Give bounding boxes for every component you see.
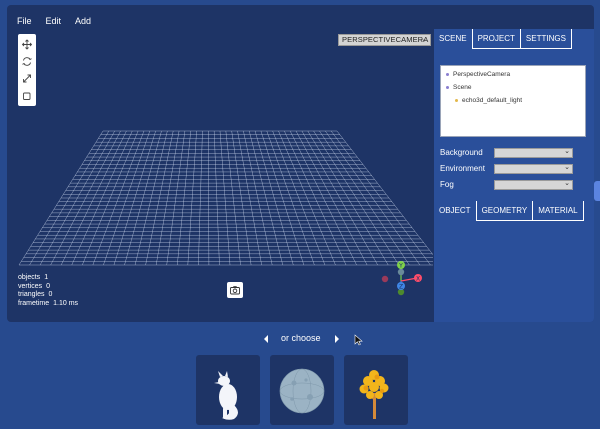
transform-toolbar: [18, 34, 36, 106]
menu-add[interactable]: Add: [75, 16, 91, 30]
chevron-down-icon: ⌄: [564, 180, 570, 187]
gizmo-z-label: Z: [399, 283, 403, 290]
thumbnail-moon-sphere[interactable]: [270, 355, 334, 425]
fog-label: Fog: [440, 180, 454, 189]
stats-frametime-label: frametime: [18, 299, 50, 307]
menu-bar: File Edit Add: [17, 16, 91, 30]
gizmo-x-label: X: [416, 275, 420, 282]
move-arrows-icon[interactable]: [18, 36, 36, 53]
chevron-down-icon: ⌄: [564, 164, 570, 171]
outliner-item-label: echo3d_default_light: [462, 97, 522, 104]
tab-material[interactable]: MATERIAL: [533, 201, 584, 221]
autumn-tree-model: [359, 370, 389, 419]
orientation-gizmo[interactable]: Y X Z: [377, 256, 429, 300]
stats-objects-value: 1: [44, 274, 49, 281]
screenshot-button[interactable]: [227, 282, 243, 298]
background-select[interactable]: ⌄: [494, 148, 573, 158]
moon-sphere-model: [279, 368, 325, 414]
scene-outliner[interactable]: PerspectiveCamera Scene echo3d_default_l…: [440, 65, 586, 137]
tab-object[interactable]: OBJECT: [434, 201, 477, 221]
fog-select[interactable]: ⌄: [494, 180, 573, 190]
tab-scene[interactable]: SCENE: [434, 29, 473, 49]
object-tabs: OBJECT GEOMETRY MATERIAL: [434, 201, 584, 221]
editor-window: File Edit Add PERSPECTIVECAMERA ⌄ Y X Z …: [7, 5, 594, 322]
outliner-item[interactable]: PerspectiveCamera: [446, 71, 510, 78]
outliner-item-label: PerspectiveCamera: [453, 71, 511, 78]
stats-triangles-value: 0: [48, 291, 53, 298]
gizmo-y-label: Y: [398, 262, 403, 269]
thumbnail-autumn-tree[interactable]: [344, 355, 408, 425]
camera-bullet-icon: [446, 72, 449, 76]
gizmo-neg-x[interactable]: [381, 275, 389, 283]
arrow-right-icon[interactable]: [333, 334, 341, 344]
gizmo-neg-z[interactable]: [397, 268, 405, 276]
thumbnail-arctic-fox[interactable]: [196, 355, 260, 425]
arrow-left-icon[interactable]: [262, 334, 270, 344]
environment-label: Environment: [440, 164, 485, 173]
tab-geometry[interactable]: GEOMETRY: [476, 201, 534, 221]
stats-panel: objects 1 vertices 0 triangles 0 frametime 1…: [18, 274, 78, 308]
menu-edit[interactable]: Edit: [46, 16, 62, 30]
outliner-item-label: Scene: [453, 84, 472, 91]
chevron-down-icon: ⌄: [421, 36, 427, 43]
stats-vertices-value: 0: [46, 282, 51, 290]
scale-icon[interactable]: [18, 70, 36, 87]
tab-settings[interactable]: SETTINGS: [520, 29, 572, 49]
camera-icon: [230, 286, 240, 295]
camera-select-value: PERSPECTIVECAMERA: [342, 35, 429, 44]
chooser-label: or choose: [281, 333, 321, 343]
outliner-item[interactable]: Scene: [446, 84, 471, 91]
tab-project[interactable]: PROJECT: [472, 29, 521, 49]
menu-file[interactable]: File: [17, 16, 32, 30]
sidebar-tabs: SCENE PROJECT SETTINGS: [434, 29, 572, 49]
arctic-fox-model: [214, 371, 238, 420]
camera-select[interactable]: PERSPECTIVECAMERA ⌄: [338, 34, 431, 46]
sidebar: SCENE PROJECT SETTINGS PerspectiveCamera…: [434, 29, 594, 322]
rotate-icon[interactable]: [18, 53, 36, 70]
stats-vertices-label: vertices: [18, 282, 43, 290]
sidebar-toggle-handle[interactable]: [594, 181, 600, 201]
stats-objects-label: objects: [18, 274, 41, 281]
outliner-item[interactable]: echo3d_default_light: [455, 97, 522, 104]
environment-select[interactable]: ⌄: [494, 164, 573, 174]
checkbox-icon[interactable]: [18, 88, 36, 105]
mouse-cursor-icon: [354, 334, 363, 346]
scene-bullet-icon: [446, 85, 449, 89]
chevron-down-icon: ⌄: [564, 148, 570, 155]
light-bullet-icon: [455, 98, 458, 102]
background-label: Background: [440, 148, 483, 157]
object-panel: [434, 224, 594, 322]
stats-frametime-value: 1.10 ms: [53, 299, 79, 307]
stats-triangles-label: triangles: [18, 291, 45, 298]
